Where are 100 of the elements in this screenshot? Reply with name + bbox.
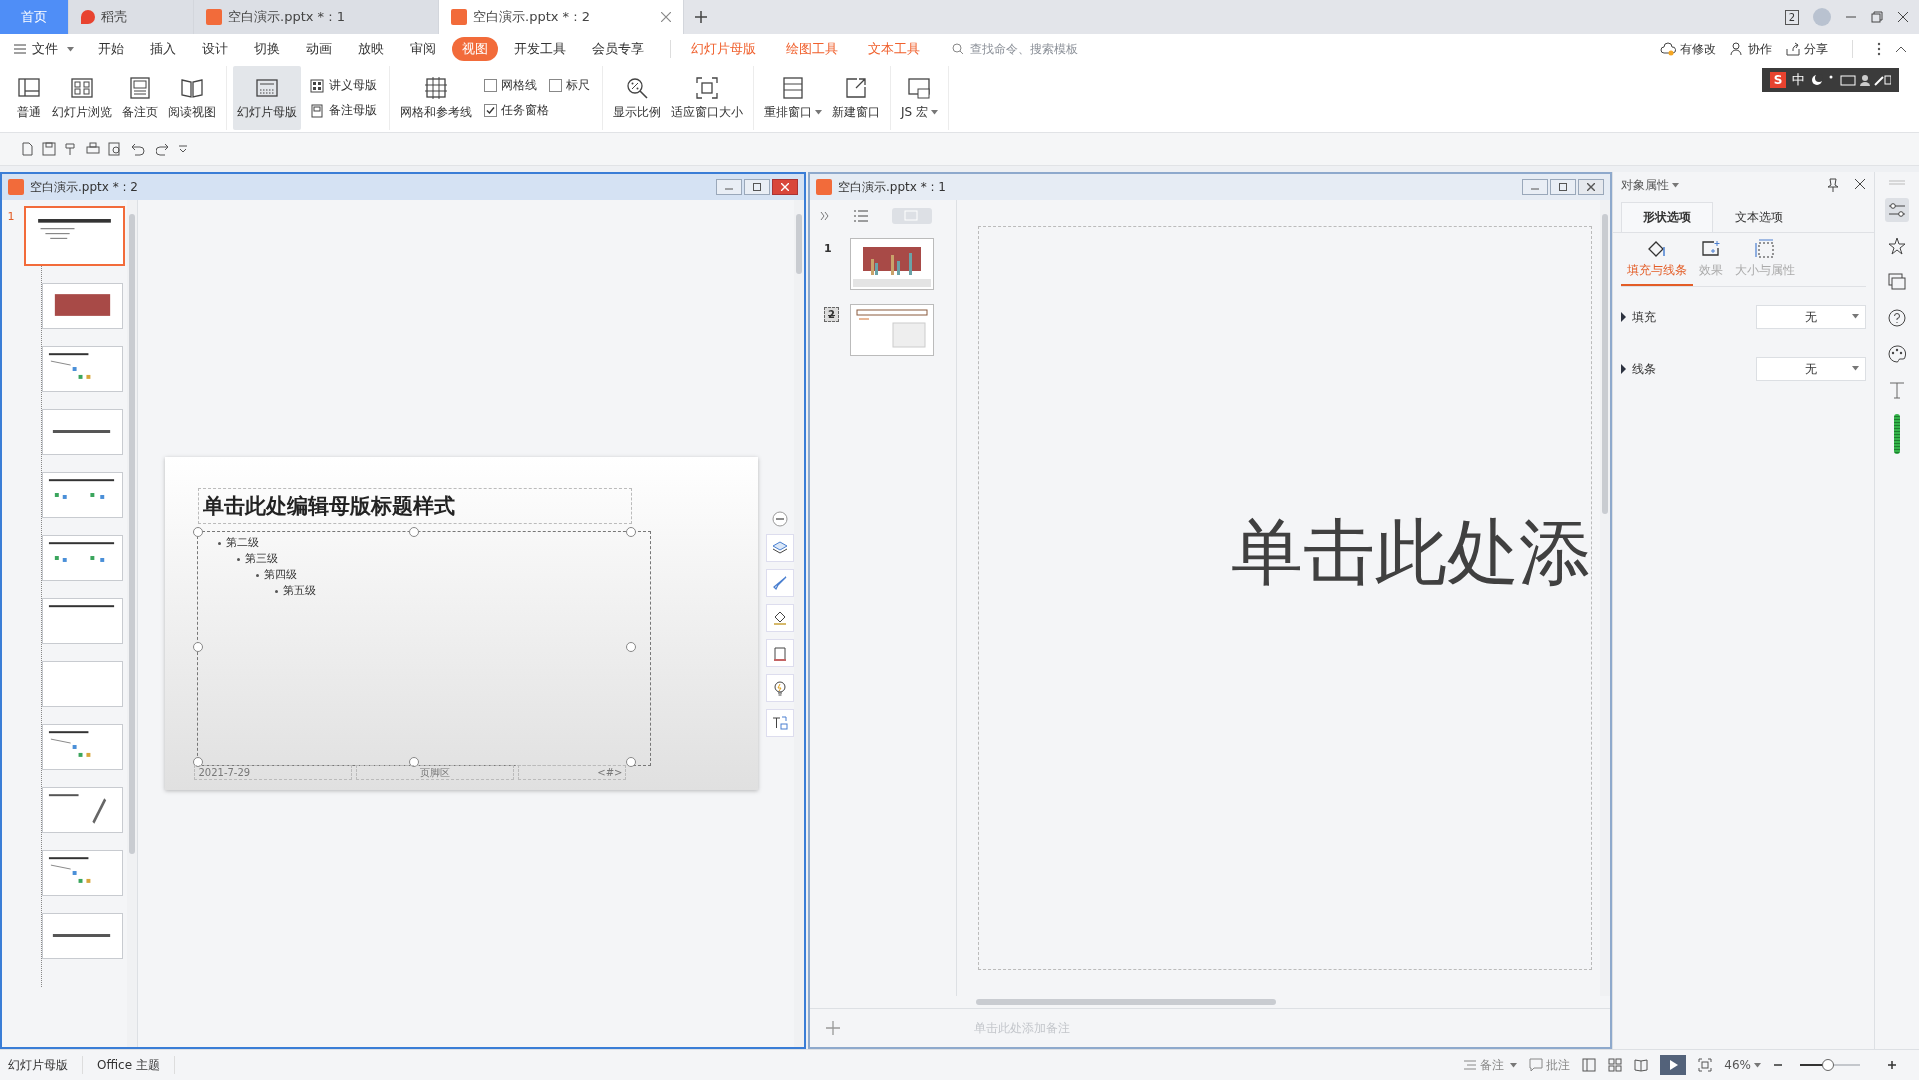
caret-icon[interactable] xyxy=(1852,366,1860,371)
ribbon-button[interactable]: 阅读视图 xyxy=(164,66,220,130)
checkbox[interactable]: 网格线 xyxy=(484,77,537,94)
slide-thumbnail[interactable] xyxy=(42,283,123,329)
slide-thumbnail[interactable] xyxy=(42,409,123,455)
caret-icon[interactable] xyxy=(931,110,938,115)
panel-title[interactable]: 对象属性 xyxy=(1620,176,1679,194)
resize-handle[interactable] xyxy=(626,757,637,767)
print-icon[interactable] xyxy=(86,142,100,156)
resize-handle[interactable] xyxy=(409,527,420,537)
menu-tab[interactable]: 放映 xyxy=(348,37,394,61)
resize-handle[interactable] xyxy=(626,527,637,537)
property-dropdown[interactable]: 无 xyxy=(1756,305,1867,329)
text-convert-button[interactable] xyxy=(766,708,795,737)
resize-handle[interactable] xyxy=(626,642,637,652)
collapse-icon[interactable] xyxy=(1895,45,1907,53)
save-icon[interactable] xyxy=(42,142,56,156)
grid-view-icon[interactable] xyxy=(1608,1058,1623,1072)
footer-placeholder[interactable]: 页脚区 xyxy=(356,765,515,780)
slide-thumbnail[interactable] xyxy=(42,661,123,707)
slide-thumbnail[interactable] xyxy=(24,206,125,266)
slide-canvas[interactable]: 单击此处添 xyxy=(978,226,1592,970)
panel-tab[interactable]: 形状选项 xyxy=(1620,202,1713,232)
slide-thumbnail[interactable] xyxy=(850,304,934,356)
maximize-button[interactable] xyxy=(744,179,770,195)
document-tab[interactable]: 空白演示.pptx * : 1 xyxy=(194,0,439,34)
ribbon-button[interactable]: 显示比例 xyxy=(609,66,665,130)
undo-icon[interactable] xyxy=(130,142,148,156)
layers-button[interactable] xyxy=(766,533,795,562)
expand-arrow-icon[interactable] xyxy=(1620,312,1626,322)
ribbon-button[interactable]: 适应窗口大小 xyxy=(667,66,747,130)
fill-button[interactable] xyxy=(766,603,795,632)
modified-button[interactable]: 有修改 xyxy=(1660,40,1716,58)
slide-thumbnail[interactable] xyxy=(42,850,123,896)
resize-handle[interactable] xyxy=(193,527,204,537)
close-button[interactable] xyxy=(772,179,798,195)
menu-tab[interactable]: 审阅 xyxy=(400,37,446,61)
panel-tab[interactable]: 文本选项 xyxy=(1712,202,1805,232)
slide-thumbnail[interactable] xyxy=(850,238,934,290)
resize-handle[interactable] xyxy=(193,757,204,767)
slide-thumbnail[interactable] xyxy=(42,535,123,581)
expand-icon[interactable] xyxy=(820,211,830,221)
title-placeholder[interactable]: 单击此处编辑母版标题样式 xyxy=(198,488,633,524)
play-button[interactable] xyxy=(1660,1055,1687,1075)
scrollbar[interactable] xyxy=(127,200,138,1047)
fit-icon[interactable] xyxy=(1698,1058,1713,1072)
normal-view-icon[interactable] xyxy=(1582,1058,1597,1072)
zoom-level[interactable]: 46% xyxy=(1724,1058,1761,1072)
redo-icon[interactable] xyxy=(156,142,170,156)
checkbox[interactable]: 标尺 xyxy=(549,77,590,94)
checkbox[interactable]: 任务窗格 xyxy=(484,102,549,119)
zoom-in-icon[interactable] xyxy=(1887,1060,1897,1070)
more-icon[interactable] xyxy=(1877,42,1881,56)
slide-thumbnail[interactable] xyxy=(42,598,123,644)
scrollbar[interactable] xyxy=(794,200,804,1047)
restore-icon[interactable] xyxy=(1871,11,1883,23)
add-icon[interactable] xyxy=(695,11,707,23)
collaborate-button[interactable]: 协作 xyxy=(1730,40,1772,58)
title-placeholder[interactable]: 单击此处添 xyxy=(1230,505,1591,601)
outline-button[interactable] xyxy=(766,638,795,667)
ribbon-button[interactable]: 备注母版 xyxy=(309,102,377,119)
ribbon-button[interactable]: JS 宏 xyxy=(897,66,942,130)
menu-icon[interactable] xyxy=(14,44,26,54)
grip-icon[interactable] xyxy=(1887,180,1908,186)
new-file-icon[interactable] xyxy=(20,142,34,156)
menu-tab[interactable]: 会员专享 xyxy=(582,37,654,61)
toolbar-icons-drawing[interactable] xyxy=(1811,73,1891,87)
caret-icon[interactable] xyxy=(1754,1062,1761,1068)
ribbon-button[interactable]: 幻灯片浏览 xyxy=(48,66,116,130)
format-painter-icon[interactable] xyxy=(64,142,78,156)
ribbon-button[interactable]: 网格和参考线 xyxy=(396,66,476,130)
file-menu[interactable]: 文件 xyxy=(14,40,74,58)
input-method-toolbar[interactable]: S 中 xyxy=(1762,68,1899,92)
slide-thumbnail[interactable] xyxy=(42,724,123,770)
brush-button[interactable] xyxy=(766,568,795,597)
share-button[interactable]: 分享 xyxy=(1786,40,1828,58)
menu-tab[interactable]: 开始 xyxy=(88,37,134,61)
close-button[interactable] xyxy=(1577,179,1604,195)
print-preview-icon[interactable] xyxy=(108,142,122,156)
ribbon-button[interactable]: 新建窗口 xyxy=(828,66,884,130)
scrollbar[interactable] xyxy=(1599,200,1610,996)
search-field[interactable]: 查找命令、搜索模板 xyxy=(968,41,1122,57)
window-count-badge[interactable]: 2 xyxy=(1784,9,1799,25)
ribbon-button[interactable]: 备注页 xyxy=(118,66,162,130)
caret-icon[interactable] xyxy=(815,110,822,115)
slide-thumbnail[interactable] xyxy=(42,346,123,392)
properties-button[interactable] xyxy=(1885,198,1910,222)
collapse-icon[interactable] xyxy=(772,510,789,527)
resize-handle[interactable] xyxy=(409,757,420,767)
menu-tab[interactable]: 设计 xyxy=(192,37,238,61)
caret-icon[interactable] xyxy=(1852,314,1860,319)
expand-arrow-icon[interactable] xyxy=(1620,364,1626,374)
lightbulb-button[interactable] xyxy=(766,673,795,702)
ribbon-button[interactable]: 普通 xyxy=(12,66,46,130)
property-dropdown[interactable]: 无 xyxy=(1756,357,1867,381)
footer-placeholder[interactable]: 2021-7-29 xyxy=(194,765,353,780)
ribbon-button[interactable]: 幻灯片母版 xyxy=(233,66,301,130)
maximize-button[interactable] xyxy=(1549,179,1576,195)
menu-tab[interactable]: 切换 xyxy=(244,37,290,61)
close-icon[interactable] xyxy=(1854,178,1867,190)
